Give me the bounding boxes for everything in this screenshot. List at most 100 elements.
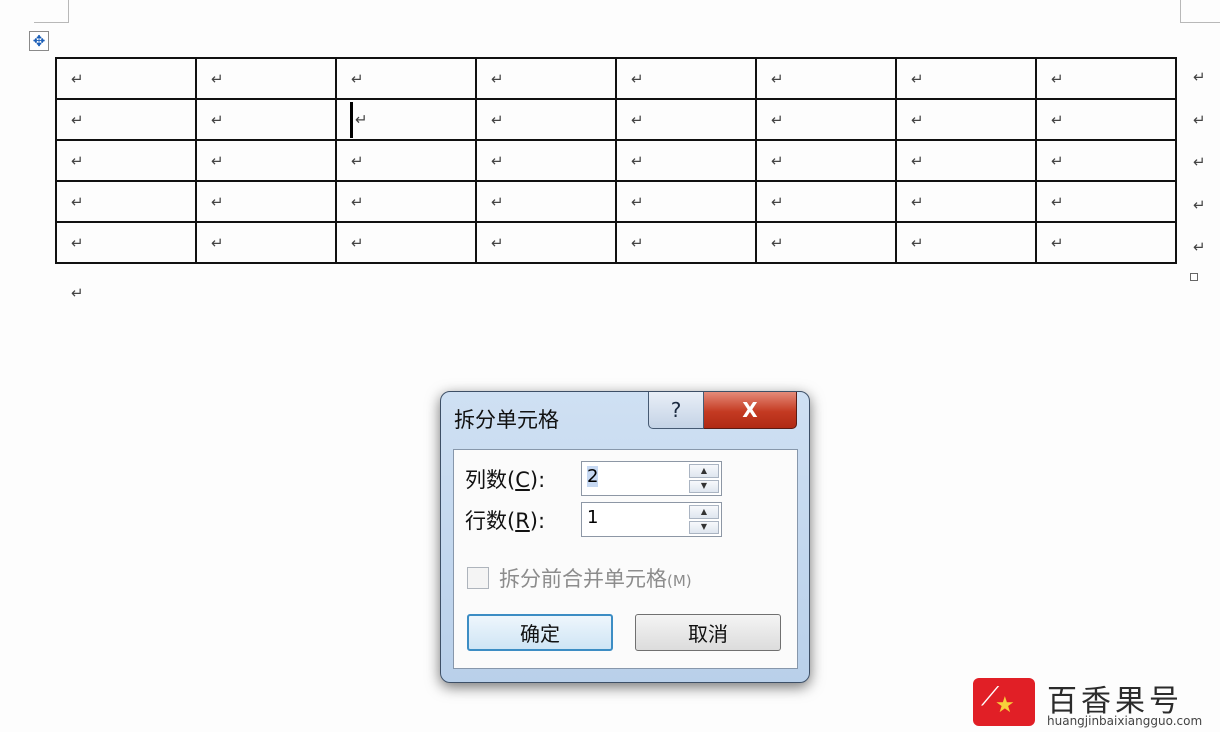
cell-end-mark: ↵ (491, 151, 504, 170)
table-cell[interactable]: ↵ (895, 98, 1037, 141)
rows-down-arrow-icon[interactable]: ▼ (689, 520, 719, 534)
table-cell[interactable]: ↵ (55, 180, 197, 223)
table-cell[interactable]: ↵ (195, 57, 337, 100)
row-end-mark: ↵ (1193, 238, 1206, 257)
table-cell[interactable]: ↵ (1035, 221, 1177, 264)
table-cell[interactable]: ↵ (335, 98, 477, 141)
cell-end-mark: ↵ (771, 151, 784, 170)
table-cell[interactable]: ↵ (335, 221, 477, 264)
columns-spinner[interactable]: 2 ▲ ▼ (581, 461, 722, 496)
columns-input[interactable]: 2 (587, 466, 599, 487)
table-cell[interactable]: ↵ (1035, 139, 1177, 182)
table-cell[interactable]: ↵ (195, 98, 337, 141)
table-cell[interactable]: ↵ (615, 57, 757, 100)
cell-end-mark: ↵ (491, 69, 504, 88)
table-cell[interactable]: ↵ (55, 139, 197, 182)
cell-end-mark: ↵ (71, 233, 84, 252)
ok-button[interactable]: 确定 (467, 614, 613, 651)
cell-end-mark: ↵ (631, 69, 644, 88)
table-cell[interactable]: ↵ (1035, 57, 1177, 100)
brand-logo-icon: ⟋ ★ (973, 678, 1035, 726)
rows-hotkey: R (515, 509, 530, 533)
table-cell[interactable]: ↵ (195, 139, 337, 182)
table-cell[interactable]: ↵ (615, 98, 757, 141)
table-cell[interactable]: ↵ (755, 57, 897, 100)
cell-end-mark: ↵ (1051, 110, 1064, 129)
table-cell[interactable]: ↵ (755, 139, 897, 182)
dialog-title: 拆分单元格 (454, 408, 559, 432)
table-row: ↵ ↵ ↵ ↵ ↵ ↵ ↵ ↵ (55, 221, 1177, 264)
table-cell[interactable]: ↵ (335, 139, 477, 182)
columns-label: 列数(C): (465, 468, 546, 492)
cell-end-mark: ↵ (911, 69, 924, 88)
cell-end-mark: ↵ (71, 69, 84, 88)
cell-end-mark: ↵ (771, 110, 784, 129)
cell-end-mark: ↵ (911, 110, 924, 129)
dialog-body: 列数(C): 2 ▲ ▼ 行数(R): 1 ▲ ▼ 拆分前合并单元格(M) 确定… (453, 449, 798, 669)
cell-end-mark: ↵ (355, 110, 368, 128)
table-cell[interactable]: ↵ (475, 57, 617, 100)
columns-up-arrow-icon[interactable]: ▲ (689, 464, 719, 478)
table-cell[interactable]: ↵ (1035, 180, 1177, 223)
table-move-handle-icon[interactable]: ✥ (29, 31, 49, 51)
cell-end-mark: ↵ (771, 192, 784, 211)
table-cell[interactable]: ↵ (475, 180, 617, 223)
cell-end-mark: ↵ (71, 151, 84, 170)
rows-label-text: 行数 (465, 509, 507, 533)
table-resize-handle[interactable] (1190, 273, 1198, 281)
table-cell[interactable]: ↵ (475, 221, 617, 264)
table-cell[interactable]: ↵ (615, 180, 757, 223)
close-button[interactable]: X (704, 392, 797, 429)
document-table: ↵ ↵ ↵ ↵ ↵ ↵ ↵ ↵ ↵ ↵ ↵ ↵ ↵ ↵ ↵ ↵ ↵ ↵ ↵ ↵ ↵ ↵ ↵ ↵ ↵ ↵ ↵ ↵ ↵ ↵ ↵ ↵ ↵ ↵ ↵ ↵ ↵ ↵ ↵ ↵ (55, 57, 1177, 264)
cell-end-mark: ↵ (911, 233, 924, 252)
cell-end-mark: ↵ (211, 233, 224, 252)
cell-end-mark: ↵ (631, 151, 644, 170)
cell-end-mark: ↵ (71, 110, 84, 129)
cell-end-mark: ↵ (771, 233, 784, 252)
table-cell[interactable]: ↵ (335, 180, 477, 223)
cancel-button[interactable]: 取消 (635, 614, 781, 651)
table-cell[interactable]: ↵ (195, 180, 337, 223)
table-cell[interactable]: ↵ (55, 57, 197, 100)
table-cell[interactable]: ↵ (895, 180, 1037, 223)
table-cell[interactable]: ↵ (755, 180, 897, 223)
cell-end-mark: ↵ (491, 192, 504, 211)
cell-end-mark: ↵ (631, 192, 644, 211)
cell-end-mark: ↵ (351, 192, 364, 211)
rows-input[interactable]: 1 (587, 507, 598, 528)
merge-label: 拆分前合并单元格(M) (499, 563, 692, 593)
page-corner-mark-right (1180, 0, 1220, 23)
cell-end-mark: ↵ (351, 151, 364, 170)
table-cell[interactable]: ↵ (475, 98, 617, 141)
rows-spinner[interactable]: 1 ▲ ▼ (581, 502, 722, 537)
cell-end-mark: ↵ (1051, 233, 1064, 252)
table-cell[interactable]: ↵ (475, 139, 617, 182)
cell-end-mark: ↵ (211, 192, 224, 211)
table-cell[interactable]: ↵ (195, 221, 337, 264)
help-button[interactable]: ? (648, 392, 704, 429)
table-cell[interactable]: ↵ (55, 221, 197, 264)
rows-up-arrow-icon[interactable]: ▲ (689, 505, 719, 519)
table-cell[interactable]: ↵ (755, 98, 897, 141)
table-cell[interactable]: ↵ (1035, 98, 1177, 141)
table-cell[interactable]: ↵ (615, 139, 757, 182)
row-end-mark: ↵ (1193, 68, 1206, 86)
table-row: ↵ ↵ ↵ ↵ ↵ ↵ ↵ ↵ (55, 98, 1177, 141)
cell-end-mark: ↵ (211, 151, 224, 170)
watermark: ⟋ ★ 百香果号 huangjinbaixiangguo.com (973, 676, 1213, 728)
table-cell[interactable]: ↵ (895, 221, 1037, 264)
cell-end-mark: ↵ (351, 69, 364, 88)
help-icon: ? (670, 398, 682, 422)
table-cell[interactable]: ↵ (755, 221, 897, 264)
cell-end-mark: ↵ (211, 110, 224, 129)
cell-end-mark: ↵ (911, 192, 924, 211)
merge-before-split-checkbox[interactable] (467, 567, 489, 589)
cell-end-mark: ↵ (491, 110, 504, 129)
table-cell[interactable]: ↵ (615, 221, 757, 264)
table-cell[interactable]: ↵ (895, 139, 1037, 182)
table-cell[interactable]: ↵ (335, 57, 477, 100)
table-cell[interactable]: ↵ (55, 98, 197, 141)
table-cell[interactable]: ↵ (895, 57, 1037, 100)
rows-spin-arrows: ▲ ▼ (688, 504, 720, 535)
columns-down-arrow-icon[interactable]: ▼ (689, 479, 719, 493)
